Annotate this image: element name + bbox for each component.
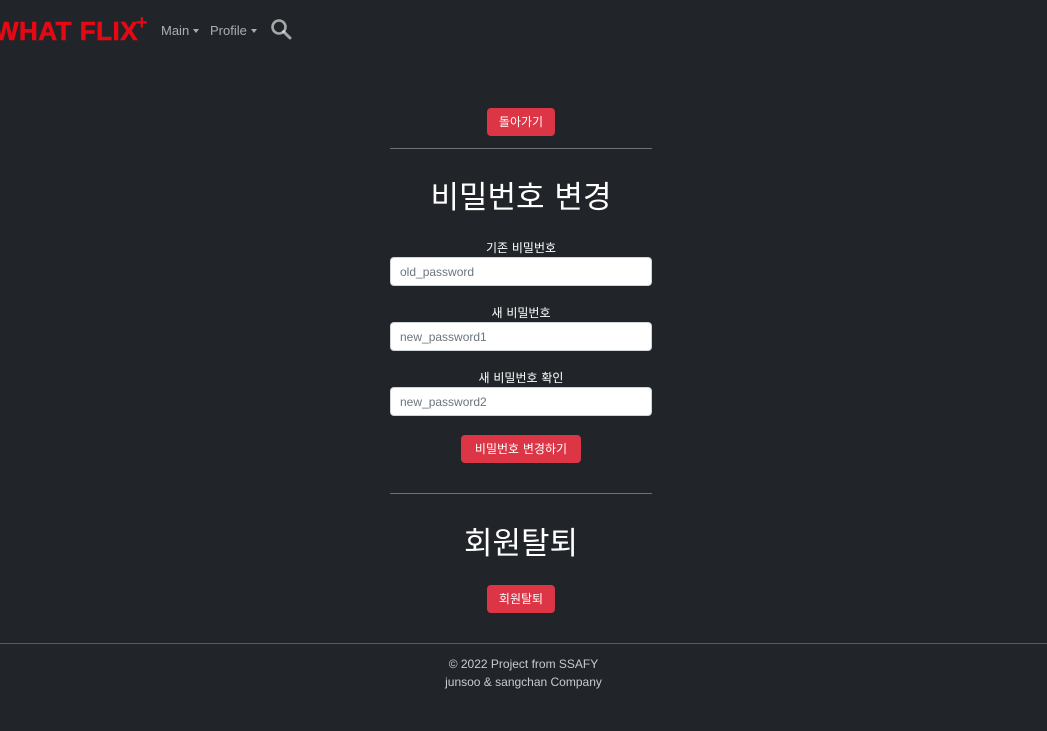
nav-dropdown-profile[interactable]: Profile	[210, 23, 257, 38]
navbar: WHAT FLIX + Main Profile	[0, 0, 1047, 62]
confirm-password-input[interactable]	[390, 387, 652, 416]
nav-main-label: Main	[161, 23, 190, 38]
nav-dropdown-main[interactable]: Main	[161, 23, 200, 38]
caret-down-icon	[250, 29, 257, 33]
footer-company: junsoo & sangchan Company	[445, 675, 602, 689]
nav-profile-label: Profile	[210, 23, 247, 38]
footer-copyright: © 2022 Project from SSAFY	[448, 657, 599, 671]
caret-down-icon	[193, 29, 200, 33]
withdraw-button[interactable]: 회원탈퇴	[487, 585, 555, 613]
brand-plus: +	[136, 12, 148, 34]
password-change-title: 비밀번호 변경	[430, 180, 612, 216]
divider	[390, 493, 652, 494]
brand-logo[interactable]: WHAT FLIX	[0, 16, 138, 47]
footer-divider	[0, 643, 1047, 644]
change-password-button[interactable]: 비밀번호 변경하기	[461, 435, 581, 463]
search-button[interactable]	[270, 18, 292, 40]
old-password-input[interactable]	[390, 257, 652, 286]
confirm-password-label: 새 비밀번호 확인	[478, 371, 564, 385]
back-button[interactable]: 돌아가기	[487, 108, 555, 136]
withdraw-title: 회원탈퇴	[463, 526, 579, 562]
search-icon	[271, 19, 292, 40]
old-password-label: 기존 비밀번호	[485, 241, 557, 255]
new-password-label: 새 비밀번호	[491, 306, 551, 320]
new-password-input[interactable]	[390, 322, 652, 351]
divider	[390, 148, 652, 149]
